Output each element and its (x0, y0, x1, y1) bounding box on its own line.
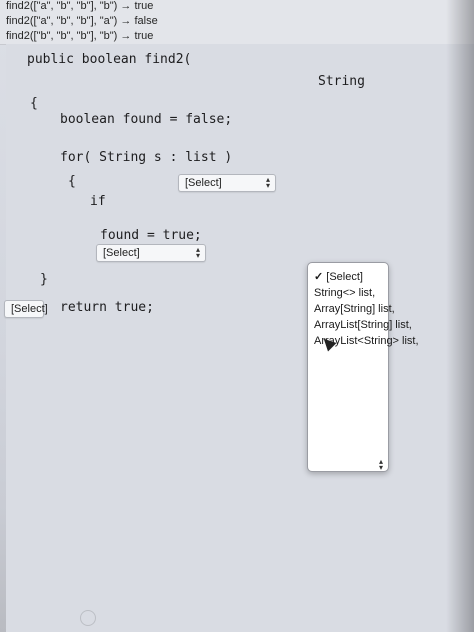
for-statement: for( String s : list ) (60, 150, 233, 165)
select-if-condition[interactable]: [Select] ▴ ▾ (178, 174, 276, 192)
select-else-if-value: [Select] (103, 247, 140, 259)
open-brace-2: { (68, 174, 76, 189)
boolean-decl: boolean found = false; (60, 112, 233, 127)
examples-strip: find2(["a", "b", "b"], "b") → true find2… (0, 0, 474, 45)
checkmark-icon: ✓ (314, 271, 324, 283)
select-else-if-condition[interactable]: [Select] ▴ ▾ (96, 244, 206, 262)
param-type-dropdown[interactable]: ✓ [Select] String<> list, Array[String] … (307, 262, 419, 472)
dropdown-option-string-generic[interactable]: String<> list, (314, 287, 375, 299)
select-return-value[interactable]: [Select] (4, 300, 48, 318)
screen: find2(["a", "b", "b"], "b") → true find2… (0, 0, 474, 632)
method-signature: public boolean find2( (27, 52, 192, 67)
example-line-3: find2(["b", "b", "b"], "b") → true (6, 30, 154, 42)
return-statement: return true; (60, 300, 154, 315)
dropdown-option-array-string[interactable]: Array[String] list, (314, 303, 395, 315)
param-string-text: String (318, 74, 365, 89)
screen-edge-shadow (446, 0, 474, 632)
if-keyword: if (90, 194, 106, 209)
select-return-value-text: [Select] (11, 303, 48, 315)
updown-arrows-icon: ▴ ▾ (195, 245, 200, 260)
open-brace-1: { (30, 96, 38, 111)
example-line-1: find2(["a", "b", "b"], "b") → true (6, 0, 154, 12)
example-line-2: find2(["a", "b", "b"], "a") → false (6, 15, 158, 27)
select-if-condition-value: [Select] (185, 177, 222, 189)
dropdown-updown-arrows-icon: ▴ ▾ (378, 457, 383, 472)
dropdown-option-arraylist-brackets[interactable]: ArrayList[String] list, (314, 319, 412, 331)
close-brace: } (40, 272, 48, 287)
found-assignment: found = true; (100, 228, 202, 243)
dropdown-option-selected[interactable]: ✓ [Select] (314, 271, 363, 283)
screen-smudge (80, 610, 96, 626)
updown-arrows-icon: ▴ ▾ (265, 175, 270, 190)
